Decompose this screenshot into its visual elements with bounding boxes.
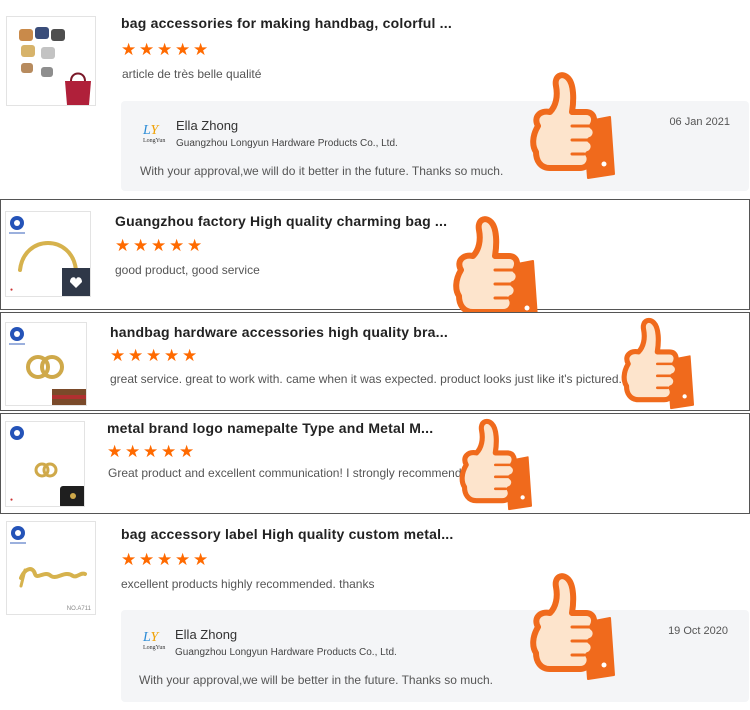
star-icon: ★ — [125, 442, 141, 462]
star-icon: ★ — [175, 40, 191, 60]
rating-stars: ★ ★ ★ ★ ★ — [110, 346, 199, 366]
star-icon: ★ — [107, 442, 123, 462]
rating-stars: ★ ★ ★ ★ ★ — [121, 40, 210, 60]
brand-logo-icon — [9, 232, 25, 234]
review-card: NO.A711 bag accessory label High quality… — [0, 516, 750, 710]
brand-logo-icon — [11, 526, 25, 540]
thumbs-up-icon — [528, 70, 620, 180]
reply-company-name: Guangzhou Longyun Hardware Products Co.,… — [175, 647, 397, 658]
product-title[interactable]: metal brand logo namepalte Type and Meta… — [107, 420, 433, 436]
review-card: bag accessories for making handbag, colo… — [0, 0, 750, 197]
review-text: Great product and excellent communicatio… — [108, 466, 465, 480]
brand-logo-icon — [10, 216, 24, 230]
review-card: ● metal brand logo namepalte Type and Me… — [0, 413, 750, 514]
star-icon: ★ — [179, 442, 195, 462]
product-thumbnail[interactable]: ● — [5, 211, 91, 297]
review-card: handbag hardware accessories high qualit… — [0, 312, 750, 411]
product-title[interactable]: bag accessories for making handbag, colo… — [121, 15, 452, 31]
company-logo-text: LongYun — [143, 138, 166, 144]
reply-author-name: Ella Zhong — [175, 627, 238, 642]
thumbs-up-icon — [451, 417, 543, 511]
review-text: excellent products highly recommended. t… — [121, 577, 375, 591]
brand-logo-icon — [10, 542, 26, 544]
star-icon: ★ — [121, 550, 137, 570]
thumbs-up-icon — [528, 571, 620, 681]
star-icon: ★ — [121, 40, 137, 60]
product-image — [19, 27, 91, 105]
product-code: NO.A711 — [66, 606, 91, 612]
product-thumbnail[interactable]: NO.A711 — [6, 521, 96, 615]
thumbs-up-icon — [613, 316, 705, 410]
star-icon: ★ — [161, 442, 177, 462]
company-logo-text: LongYun — [143, 645, 166, 651]
star-icon: ★ — [193, 550, 209, 570]
review-text: great service. great to work with. came … — [110, 372, 622, 386]
company-logo: LY LongYun — [143, 630, 169, 656]
star-icon: ★ — [143, 442, 159, 462]
star-icon: ★ — [146, 346, 162, 366]
company-logo-mark: LY — [143, 123, 159, 138]
star-icon: ★ — [187, 236, 203, 256]
rating-stars: ★ ★ ★ ★ ★ — [121, 550, 210, 570]
review-card: ● Guangzhou factory High quality charmin… — [0, 199, 750, 310]
thumbs-up-icon — [451, 214, 543, 324]
product-thumbnail[interactable] — [5, 322, 87, 406]
product-thumbnail[interactable] — [6, 16, 96, 106]
product-title[interactable]: bag accessory label High quality custom … — [121, 526, 453, 542]
star-icon: ★ — [128, 346, 144, 366]
star-icon: ★ — [110, 346, 126, 366]
star-icon: ★ — [164, 346, 180, 366]
star-icon: ★ — [157, 550, 173, 570]
star-icon: ★ — [175, 550, 191, 570]
product-title[interactable]: Guangzhou factory High quality charming … — [115, 213, 447, 229]
reply-message: With your approval,we will be better in … — [139, 673, 493, 687]
star-icon: ★ — [115, 236, 131, 256]
company-logo-mark: LY — [143, 630, 159, 645]
star-icon: ★ — [133, 236, 149, 256]
review-text: article de très belle qualité — [122, 67, 262, 81]
brand-logo-icon — [10, 327, 24, 341]
seller-reply: LY LongYun Ella Zhong Guangzhou Longyun … — [121, 101, 749, 191]
reply-date: 06 Jan 2021 — [669, 116, 730, 128]
star-icon: ★ — [182, 346, 198, 366]
star-icon: ★ — [157, 40, 173, 60]
star-icon: ★ — [169, 236, 185, 256]
review-text: good product, good service — [115, 263, 260, 277]
company-logo: LY LongYun — [143, 123, 169, 149]
rating-stars: ★ ★ ★ ★ ★ — [107, 442, 196, 462]
reply-message: With your approval,we will do it better … — [140, 164, 504, 178]
star-icon: ★ — [151, 236, 167, 256]
star-icon: ★ — [193, 40, 209, 60]
product-thumbnail[interactable]: ● — [5, 421, 85, 507]
star-icon: ★ — [139, 550, 155, 570]
brand-logo-icon — [10, 426, 24, 440]
rating-stars: ★ ★ ★ ★ ★ — [115, 236, 204, 256]
star-icon: ★ — [139, 40, 155, 60]
product-title[interactable]: handbag hardware accessories high qualit… — [110, 324, 448, 340]
reply-company-name: Guangzhou Longyun Hardware Products Co.,… — [176, 138, 398, 149]
brand-logo-icon — [9, 343, 25, 345]
reply-date: 19 Oct 2020 — [668, 625, 728, 637]
seller-reply: LY LongYun Ella Zhong Guangzhou Longyun … — [121, 610, 749, 702]
reply-author-name: Ella Zhong — [176, 118, 239, 133]
